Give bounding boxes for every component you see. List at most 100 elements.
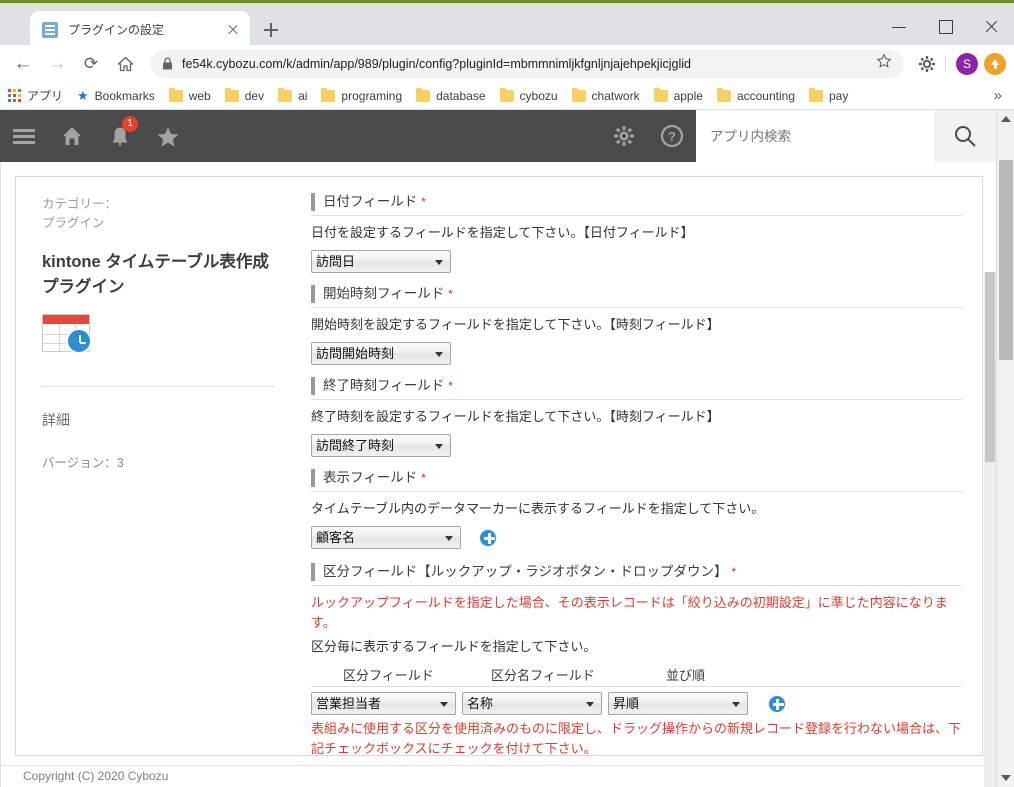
bookmarks-bar: アプリ ★ Bookmarks web dev ai programing da… [0,82,1014,110]
section-title-text: 表示フィールド [323,470,418,485]
tab-close-icon[interactable] [224,21,242,39]
section-title: 日付フィールド * [311,193,962,211]
bookmark-label: ai [298,88,308,103]
folder-icon [809,87,823,102]
scroll-down-arrow-icon[interactable] [1001,775,1011,781]
back-arrow-icon: ← [13,52,33,74]
display-field-select-wrapper[interactable]: 顧客名 [311,526,461,549]
kintone-menu-button[interactable] [0,110,48,162]
notification-badge: 1 [122,116,138,132]
browser-scrollbar-thumb[interactable] [999,160,1013,360]
bookmark-folder-chatwork[interactable]: chatwork [571,87,640,103]
column-header-name: 区分名フィールド [491,668,595,683]
classification-name-select[interactable]: 名称 [462,692,602,715]
classification-order-select[interactable]: 昇順 [608,692,748,715]
bookmark-label: apple [673,88,703,103]
clock-icon [66,328,92,354]
gear-icon [614,126,634,146]
new-tab-button[interactable] [258,17,284,43]
end-time-field-select[interactable]: 訪問終了時刻 [311,434,451,457]
start-time-field-select-wrapper[interactable]: 訪問開始時刻 [311,342,451,365]
classification-field-select-wrapper[interactable]: 営業担当者 [311,692,456,715]
address-url-text: fe54k.cybozu.com/k/admin/app/989/plugin/… [182,56,691,71]
kintone-search-button[interactable] [934,110,996,162]
bookmark-label: chatwork [591,88,640,103]
section-title-text: 終了時刻フィールド [323,378,445,393]
bookmark-folder-accounting[interactable]: accounting [716,87,795,103]
date-field-select[interactable]: 訪問日 [311,250,451,273]
bookmark-folder-dev[interactable]: dev [224,87,264,103]
page-inner-scrollbar[interactable] [984,272,996,787]
browser-update-button[interactable] [984,52,1006,75]
bookmark-label: Bookmarks [94,88,155,103]
bookmark-folder-database[interactable]: database [416,87,486,103]
address-bar[interactable]: fe54k.cybozu.com/k/admin/app/989/plugin/… [150,49,904,78]
browser-tab[interactable]: プラグインの設定 [30,11,250,48]
forward-arrow-icon: → [47,52,67,74]
kintone-help-button[interactable]: ? [648,110,696,162]
section-title-text: 開始時刻フィールド [323,286,445,301]
window-minimize-button[interactable] [876,6,922,48]
start-time-field-select[interactable]: 訪問開始時刻 [311,342,451,365]
kintone-notifications-button[interactable]: 1 [96,110,144,162]
window-maximize-button[interactable] [922,6,968,48]
section-description: 日付を設定するフィールドを指定して下さい。【日付フィールド】 [311,225,694,240]
bookmark-label: アプリ [27,89,64,103]
bookmark-folder-programing[interactable]: programing [321,87,402,103]
back-button[interactable]: ← [8,49,38,79]
display-field-select[interactable]: 顧客名 [311,526,461,549]
category-value: プラグイン [42,216,105,230]
classification-field-select[interactable]: 営業担当者 [311,692,456,715]
home-button[interactable] [110,49,140,79]
folder-icon [321,87,336,102]
browser-titlebar: プラグインの設定 [0,0,1014,48]
browser-scrollbar[interactable] [996,110,1014,787]
required-marker: * [421,471,426,485]
bookmark-label: cybozu [519,88,558,103]
window-close-button[interactable] [968,6,1014,48]
bookmark-folder-pay[interactable]: pay [809,87,848,103]
bookmarks-overflow-button[interactable]: » [994,87,1006,104]
bookmark-star-icon[interactable] [876,53,892,74]
add-display-field-button[interactable] [479,528,498,547]
end-time-field-select-wrapper[interactable]: 訪問終了時刻 [311,434,451,457]
profile-avatar[interactable]: S [956,52,978,75]
kintone-search-box[interactable] [696,110,934,162]
scroll-up-arrow-icon[interactable] [1001,116,1011,122]
page-inner-scrollbar-thumb[interactable] [985,272,995,462]
detail-label: 詳細 [42,412,70,428]
section-display-field: 表示フィールド * タイムテーブル内のデータマーカーに表示するフィールドを指定して… [311,469,962,549]
footer-copyright: Copyright (C) 2020 Cybozu [1,765,997,787]
section-description: タイムテーブル内のデータマーカーに表示するフィールドを指定して下さい。 [311,501,765,516]
kintone-home-button[interactable] [48,110,96,162]
section-divider [311,491,962,492]
extensions-button[interactable] [913,50,941,78]
folder-icon [224,87,239,102]
star-icon: ★ [77,87,89,103]
reload-button[interactable]: ⟳ [76,49,106,79]
forward-button[interactable]: → [42,49,72,79]
bookmark-apps[interactable]: アプリ [8,87,63,104]
classification-row: 営業担当者 名称 昇順 [311,692,962,715]
section-divider [311,215,962,216]
folder-icon [716,87,731,102]
bookmark-folder-ai[interactable]: ai [278,87,308,103]
bookmark-folder-web[interactable]: web [168,87,211,103]
section-description: 終了時刻を設定するフィールドを指定して下さい。【時刻フィールド】 [311,409,720,424]
classification-description: 区分毎に表示するフィールドを指定して下さい。 [311,639,597,654]
date-field-select-wrapper[interactable]: 訪問日 [311,250,451,273]
classification-order-select-wrapper[interactable]: 昇順 [608,692,748,715]
kintone-settings-button[interactable] [600,110,648,162]
bookmark-bookmarks[interactable]: ★ Bookmarks [77,88,155,104]
add-classification-row-button[interactable] [768,694,786,713]
bookmark-folder-cybozu[interactable]: cybozu [499,87,558,103]
classification-warning-1: ルックアップフィールドを指定した場合、その表示レコードは「絞り込みの初期設定」に… [311,595,948,630]
kintone-favorites-button[interactable] [144,110,192,162]
classification-name-select-wrapper[interactable]: 名称 [462,692,602,715]
search-input[interactable] [708,127,922,145]
kintone-body: カテゴリー： プラグイン kintone タイムテーブル表作成プラグイン 詳細 … [0,162,1014,787]
classification-table-divider [311,686,962,687]
sidebar-divider [42,386,275,387]
bookmark-folder-apple[interactable]: apple [653,87,703,103]
section-title: 表示フィールド * [311,469,962,487]
